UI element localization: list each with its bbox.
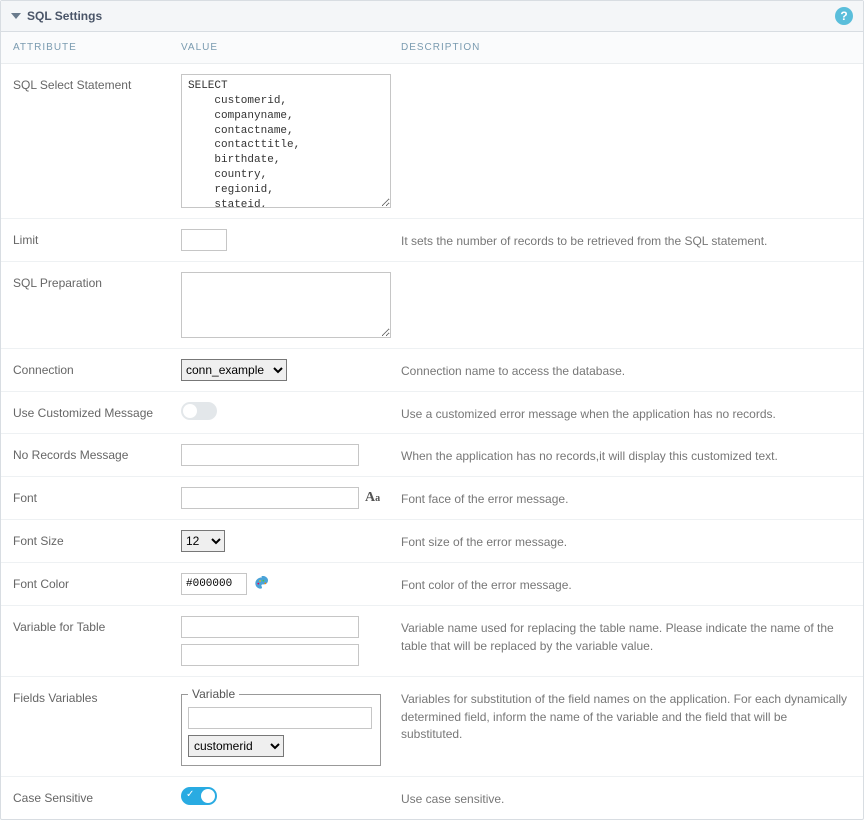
row-font: Font Aa Font face of the error message. (1, 477, 863, 520)
variable-fieldset: Variable customerid (181, 687, 381, 766)
desc-var-table: Variable name used for replacing the tab… (401, 616, 851, 655)
column-headers: ATTRIBUTE VALUE DESCRIPTION (1, 32, 863, 64)
desc-use-custom-msg: Use a customized error message when the … (401, 402, 851, 423)
var-table-input-1[interactable] (181, 616, 359, 638)
label-case-sensitive: Case Sensitive (13, 787, 181, 805)
desc-sql-prep (401, 272, 851, 276)
desc-case-sensitive: Use case sensitive. (401, 787, 851, 808)
row-case-sensitive: Case Sensitive Use case sensitive. (1, 777, 863, 818)
help-icon[interactable]: ? (835, 7, 853, 25)
panel-header: SQL Settings ? (1, 1, 863, 32)
label-sql-prep: SQL Preparation (13, 272, 181, 290)
header-attribute: ATTRIBUTE (13, 42, 181, 53)
color-picker-icon[interactable] (253, 576, 271, 592)
row-font-size: Font Size 12 Font size of the error mess… (1, 520, 863, 563)
font-picker-icon[interactable]: Aa (365, 490, 380, 506)
desc-limit: It sets the number of records to be retr… (401, 229, 851, 250)
font-input[interactable] (181, 487, 359, 509)
label-font-size: Font Size (13, 530, 181, 548)
row-fields-vars: Fields Variables Variable customerid Var… (1, 677, 863, 777)
row-sql-prep: SQL Preparation (1, 262, 863, 349)
font-size-select[interactable]: 12 (181, 530, 225, 552)
label-sql-select: SQL Select Statement (13, 74, 181, 92)
desc-sql-select (401, 74, 851, 78)
row-connection: Connection conn_example Connection name … (1, 349, 863, 392)
desc-connection: Connection name to access the database. (401, 359, 851, 380)
sql-select-textarea[interactable]: SELECT customerid, companyname, contactn… (181, 74, 391, 208)
connection-select[interactable]: conn_example (181, 359, 287, 381)
row-use-custom-msg: Use Customized Message Use a customized … (1, 392, 863, 434)
sql-settings-panel: SQL Settings ? ATTRIBUTE VALUE DESCRIPTI… (0, 0, 864, 820)
panel-title: SQL Settings (27, 9, 102, 23)
desc-fields-vars: Variables for substitution of the field … (401, 687, 851, 743)
limit-input[interactable] (181, 229, 227, 251)
header-value: VALUE (181, 42, 401, 53)
collapse-toggle-icon[interactable] (11, 13, 21, 19)
label-font: Font (13, 487, 181, 505)
row-sql-select: SQL Select Statement SELECT customerid, … (1, 64, 863, 219)
label-var-table: Variable for Table (13, 616, 181, 634)
no-records-input[interactable] (181, 444, 359, 466)
desc-font: Font face of the error message. (401, 487, 851, 508)
label-no-records: No Records Message (13, 444, 181, 462)
variable-name-input[interactable] (188, 707, 372, 729)
label-font-color: Font Color (13, 573, 181, 591)
desc-no-records: When the application has no records,it w… (401, 444, 851, 465)
row-no-records: No Records Message When the application … (1, 434, 863, 477)
var-table-input-2[interactable] (181, 644, 359, 666)
row-limit: Limit It sets the number of records to b… (1, 219, 863, 262)
label-connection: Connection (13, 359, 181, 377)
header-description: DESCRIPTION (401, 42, 851, 53)
use-custom-msg-toggle[interactable] (181, 402, 217, 420)
variable-legend: Variable (188, 687, 239, 701)
sql-prep-textarea[interactable] (181, 272, 391, 338)
label-fields-vars: Fields Variables (13, 687, 181, 705)
row-font-color: Font Color Font color of the error messa… (1, 563, 863, 606)
label-limit: Limit (13, 229, 181, 247)
desc-font-size: Font size of the error message. (401, 530, 851, 551)
variable-field-select[interactable]: customerid (188, 735, 284, 757)
desc-font-color: Font color of the error message. (401, 573, 851, 594)
case-sensitive-toggle[interactable] (181, 787, 217, 805)
row-var-table: Variable for Table Variable name used fo… (1, 606, 863, 677)
font-color-input[interactable] (181, 573, 247, 595)
label-use-custom-msg: Use Customized Message (13, 402, 181, 420)
